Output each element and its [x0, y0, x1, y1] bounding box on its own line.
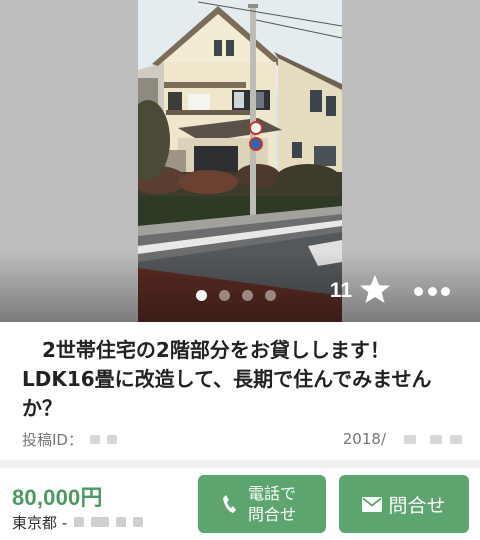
post-date-prefix: 2018/ [342, 430, 386, 448]
message-inquiry-label: 問合せ [388, 494, 446, 517]
message-inquiry-button[interactable]: 問合せ [339, 475, 469, 533]
section-divider [0, 460, 480, 468]
phone-icon [222, 494, 236, 514]
redacted-block [91, 517, 110, 527]
star-icon[interactable] [358, 273, 392, 307]
redacted-block [116, 517, 127, 527]
carousel-dot-2[interactable] [219, 289, 230, 301]
redacted-block [89, 434, 100, 444]
redacted-block [74, 517, 85, 527]
redacted-block [430, 434, 442, 444]
favorite-count: 11 [329, 279, 352, 302]
phone-label-line1: 電話で [247, 484, 296, 503]
carousel-dot-1[interactable] [196, 289, 207, 301]
post-id-label: 投稿ID： [22, 430, 83, 449]
post-id: 投稿ID： [22, 428, 117, 450]
photo-shade-overlay [0, 252, 480, 322]
listing-title: 2世帯住宅の2階部分をお貸しします！LDK16畳に改造して、長期で住んでみません… [22, 338, 432, 420]
redacted-block [450, 434, 462, 444]
photo-gallery[interactable]: 11 [0, 0, 480, 322]
location-prefix: 東京都 - [12, 513, 68, 532]
redacted-block [106, 434, 117, 444]
listing-meta: 投稿ID： 2018/ [22, 428, 462, 450]
redacted-block [404, 434, 416, 444]
phone-inquiry-label: 電話で 問合せ [242, 483, 302, 525]
listing-location: 東京都 - [12, 512, 144, 532]
more-dots-icon[interactable] [414, 282, 450, 300]
carousel-dot-4[interactable] [265, 289, 276, 301]
listing-price: 80,000円 [12, 485, 103, 510]
phone-inquiry-button[interactable]: 電話で 問合せ [198, 475, 326, 533]
post-date: 2018/ [343, 428, 462, 450]
mail-icon [362, 496, 383, 512]
carousel-dot-3[interactable] [242, 289, 253, 301]
redacted-block [133, 517, 144, 527]
carousel-dots[interactable] [196, 289, 276, 301]
phone-label-line2: 問合せ [247, 505, 296, 524]
